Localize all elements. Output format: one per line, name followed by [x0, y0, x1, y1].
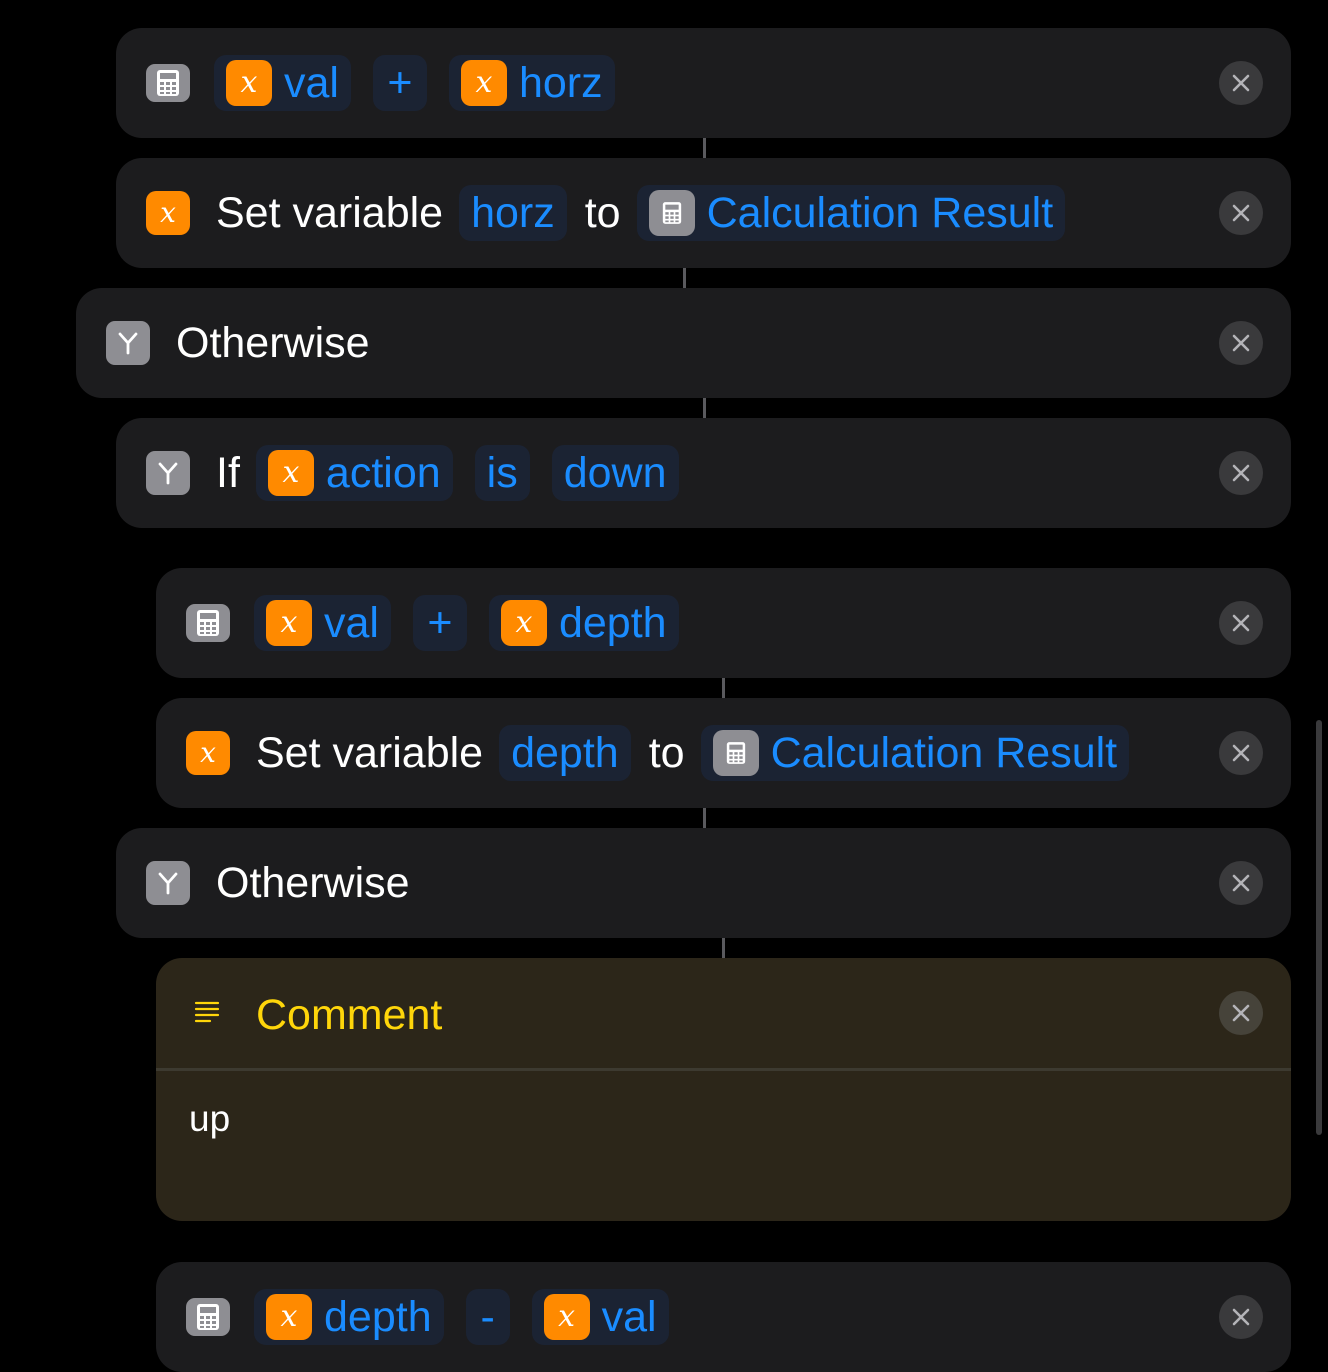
connector-line [703, 138, 706, 158]
connector-line [703, 808, 706, 828]
condition-operator-label: is [486, 448, 518, 497]
remove-action-button[interactable] [1219, 1295, 1263, 1339]
connector-line [722, 678, 725, 698]
close-icon [1232, 1308, 1250, 1326]
close-icon [1232, 74, 1250, 92]
if-action-action-is-down[interactable]: If x action is down [116, 418, 1291, 528]
operand-b-label: val [601, 1292, 657, 1341]
operand-a-label: depth [324, 1292, 432, 1341]
action-label: Set variable [256, 728, 484, 777]
close-icon [1232, 204, 1250, 222]
to-label: to [648, 728, 685, 777]
connector-line [722, 938, 725, 958]
set-variable-action-depth[interactable]: x Set variable depth to Calculation Resu… [156, 698, 1291, 808]
variable-token[interactable]: horz [459, 185, 567, 241]
variable-label: depth [511, 728, 619, 777]
close-icon [1232, 614, 1250, 632]
action-label: Otherwise [176, 318, 370, 367]
operand-a-token[interactable]: x val [254, 595, 391, 651]
operand-a-token[interactable]: x val [214, 55, 351, 111]
variable-label: horz [471, 188, 555, 237]
branch-icon [146, 861, 190, 905]
variable-x-icon: x [266, 600, 312, 646]
action-label: Set variable [216, 188, 444, 237]
variable-x-icon: x [226, 60, 272, 106]
connector-line [703, 398, 706, 418]
remove-action-button[interactable] [1219, 61, 1263, 105]
close-icon [1232, 874, 1250, 892]
remove-action-button[interactable] [1219, 861, 1263, 905]
value-token[interactable]: Calculation Result [700, 725, 1130, 781]
operand-a-label: val [284, 58, 339, 107]
otherwise-action-outer[interactable]: Otherwise [76, 288, 1291, 398]
comment-action[interactable]: Comment up [156, 958, 1291, 1221]
variable-x-icon: x [460, 60, 507, 106]
scroll-indicator[interactable] [1316, 720, 1322, 1135]
variable-x-icon: x [186, 731, 230, 775]
operand-b-token[interactable]: x val [531, 1289, 669, 1345]
calculate-action-depth-minus-val[interactable]: x depth - x val [156, 1262, 1291, 1372]
remove-action-button[interactable] [1219, 321, 1263, 365]
action-label: If [216, 448, 240, 497]
close-icon [1232, 334, 1250, 352]
condition-operator-token[interactable]: is [474, 445, 530, 501]
remove-action-button[interactable] [1219, 191, 1263, 235]
remove-action-button[interactable] [1219, 601, 1263, 645]
variable-x-icon: x [266, 1294, 312, 1340]
calculate-action-val-plus-depth[interactable]: x val + x depth [156, 568, 1291, 678]
operand-a-token[interactable]: x depth [254, 1289, 444, 1345]
condition-variable-label: action [325, 448, 441, 497]
operand-b-label: horz [518, 58, 603, 107]
set-variable-action-horz[interactable]: x Set variable horz to Calculation Resul… [116, 158, 1291, 268]
calculate-action-val-plus-horz[interactable]: x val + x horz [116, 28, 1291, 138]
variable-token[interactable]: depth [499, 725, 631, 781]
operand-a-label: val [324, 598, 379, 647]
comment-title: Comment [256, 991, 443, 1039]
operator-label: - [480, 1292, 495, 1341]
remove-action-button[interactable] [1219, 731, 1263, 775]
comment-lines-icon [194, 1001, 220, 1023]
operator-token[interactable]: + [372, 55, 427, 111]
operator-token[interactable]: - [465, 1289, 510, 1345]
calculator-icon [146, 64, 190, 102]
remove-action-button[interactable] [1219, 451, 1263, 495]
branch-icon [146, 451, 190, 495]
operand-b-token[interactable]: x horz [448, 55, 615, 111]
operator-token[interactable]: + [412, 595, 467, 651]
value-token[interactable]: Calculation Result [636, 185, 1066, 241]
value-label: Calculation Result [770, 728, 1118, 777]
calculator-icon [712, 730, 759, 776]
operator-label: + [387, 58, 413, 107]
calculator-icon [186, 1298, 230, 1336]
otherwise-action-inner[interactable]: Otherwise [116, 828, 1291, 938]
calculator-icon [186, 604, 230, 642]
condition-variable-token[interactable]: x action [255, 445, 453, 501]
variable-x-icon: x [543, 1294, 590, 1340]
close-icon [1232, 1004, 1250, 1022]
branch-icon [106, 321, 150, 365]
operator-label: + [427, 598, 453, 647]
close-icon [1232, 464, 1250, 482]
comment-text[interactable]: up [189, 1098, 230, 1140]
close-icon [1232, 744, 1250, 762]
comment-header: Comment [156, 958, 1291, 1071]
value-label: Calculation Result [706, 188, 1054, 237]
connector-line [683, 268, 686, 288]
condition-value-label: down [563, 448, 667, 497]
variable-x-icon: x [146, 191, 190, 235]
operand-b-label: depth [558, 598, 667, 647]
operand-b-token[interactable]: x depth [488, 595, 679, 651]
variable-x-icon: x [500, 600, 547, 646]
variable-x-icon: x [267, 450, 314, 496]
to-label: to [584, 188, 621, 237]
action-label: Otherwise [216, 858, 410, 907]
condition-value-token[interactable]: down [551, 445, 679, 501]
calculator-icon [648, 190, 695, 236]
remove-action-button[interactable] [1219, 991, 1263, 1035]
